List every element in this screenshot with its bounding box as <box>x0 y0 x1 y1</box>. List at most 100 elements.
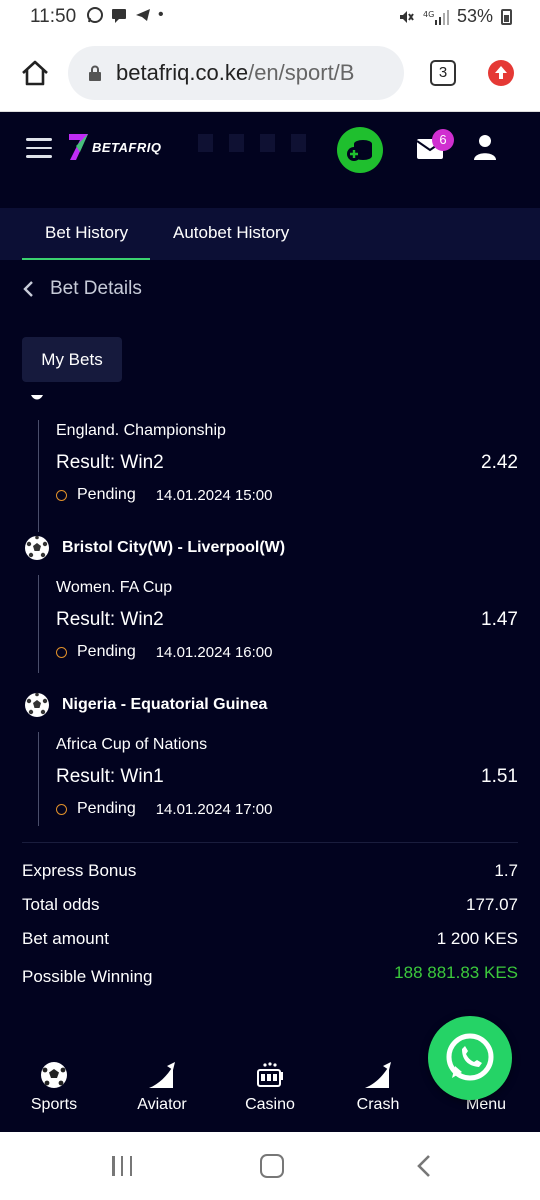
notification-icons: • <box>86 6 164 24</box>
whatsapp-icon <box>87 7 103 23</box>
pending-dot-icon <box>56 489 67 501</box>
bet-match: Nigeria - Equatorial Guinea <box>62 696 268 713</box>
soccer-ball-icon <box>25 692 49 717</box>
express-bonus-label: Express Bonus <box>22 861 137 880</box>
possible-winning-label: Possible Winning <box>22 967 153 986</box>
battery-icon <box>501 8 512 25</box>
user-icon[interactable] <box>472 134 498 160</box>
svg-text:4G: 4G <box>423 10 434 19</box>
active-tab-indicator <box>22 258 150 260</box>
recent-apps-icon[interactable] <box>112 1156 132 1176</box>
message-icon <box>112 9 126 23</box>
bet-status-line: Pending 14.01.2024 15:00 <box>56 486 273 504</box>
aviator-chart-icon <box>149 1062 175 1088</box>
chevron-left-icon <box>23 281 33 297</box>
system-navigation-bar <box>0 1132 540 1200</box>
nav-crash-label: Crash <box>356 1096 400 1113</box>
bet-league: England. Championship <box>56 422 226 439</box>
bet-connector-line <box>38 575 39 673</box>
bet-result: Result: Win2 <box>56 452 164 473</box>
bet-date: 14.01.2024 17:00 <box>155 800 273 818</box>
bet-match: Bristol City(W) - Liverpool(W) <box>62 539 286 556</box>
nav-aviator[interactable]: Aviator <box>117 1060 207 1114</box>
bet-odd: 1.51 <box>481 766 518 787</box>
system-indicators: 4G 53% <box>397 6 512 27</box>
hamburger-menu-icon[interactable] <box>26 138 52 158</box>
bet-header: Nigeria - Equatorial Guinea <box>24 692 267 718</box>
system-home-icon[interactable] <box>260 1154 284 1178</box>
express-bonus-row: Express Bonus 1.7 <box>22 861 518 881</box>
browser-toolbar: betafriq.co.ke/en/sport/B 3 <box>0 34 540 112</box>
bet-connector-line <box>38 420 39 532</box>
crash-chart-icon <box>365 1062 391 1088</box>
tab-switcher-button[interactable]: 3 <box>430 60 456 86</box>
bet-odd: 2.42 <box>481 452 518 473</box>
mute-icon <box>399 10 414 23</box>
pending-dot-icon <box>56 803 67 815</box>
system-back-icon[interactable] <box>414 1154 434 1178</box>
bet-league: Africa Cup of Nations <box>56 736 208 753</box>
bet-league: Women. FA Cup <box>56 579 173 596</box>
slot-machine-icon <box>257 1062 283 1087</box>
bet-result: Result: Win2 <box>56 609 164 630</box>
bet-amount-value: 1 200 KES <box>436 929 518 948</box>
total-odds-label: Total odds <box>22 895 100 914</box>
status-bar: 11:50 • 4G 53% <box>0 0 540 34</box>
summary-divider <box>22 842 518 843</box>
bet-status: Pending <box>77 643 136 660</box>
bet-details-title: Bet Details <box>50 278 142 299</box>
history-tabs: Bet History Autobet History <box>0 208 540 260</box>
bet-status: Pending <box>77 800 136 817</box>
possible-winning-value: 188 881.83 KES <box>394 963 518 982</box>
bet-status-line: Pending 14.01.2024 17:00 <box>56 800 273 818</box>
nav-sports[interactable]: Sports <box>9 1060 99 1114</box>
bet-result: Result: Win1 <box>56 766 164 787</box>
update-icon[interactable] <box>488 60 514 86</box>
tab-bet-history[interactable]: Bet History <box>45 223 128 243</box>
bet-amount-row: Bet amount 1 200 KES <box>22 929 518 949</box>
bet-odd: 1.47 <box>481 609 518 630</box>
telegram-icon <box>136 9 150 21</box>
bet-status-line: Pending 14.01.2024 16:00 <box>56 643 273 661</box>
possible-winning-row: Possible Winning 188 881.83 KES <box>22 963 518 987</box>
nav-sports-label: Sports <box>30 1096 78 1113</box>
nav-casino[interactable]: Casino <box>225 1060 315 1114</box>
bet-date: 14.01.2024 16:00 <box>155 643 273 661</box>
app-header: BETAFRIQ 6 <box>0 112 540 208</box>
url-path: /en/sport/B <box>248 60 355 85</box>
battery-percent: 53% <box>456 6 493 26</box>
soccer-ball-icon <box>41 1062 67 1088</box>
express-bonus-value: 1.7 <box>494 861 518 880</box>
bet-header: Bristol City(W) - Liverpool(W) <box>24 535 285 561</box>
deposit-button[interactable] <box>337 127 383 173</box>
address-bar[interactable]: betafriq.co.ke/en/sport/B <box>68 46 404 100</box>
mail-badge: 6 <box>432 129 454 151</box>
logo-mark-icon <box>69 134 88 160</box>
bet-connector-line <box>38 732 39 826</box>
back-button[interactable]: Bet Details <box>22 276 142 302</box>
signal-icon: 4G <box>423 9 449 25</box>
bet-status: Pending <box>77 486 136 503</box>
soccer-ball-icon <box>31 395 43 400</box>
url-text: betafriq.co.ke/en/sport/B <box>116 60 396 86</box>
whatsapp-icon <box>446 1033 494 1081</box>
betafriq-logo[interactable]: BETAFRIQ <box>68 132 161 162</box>
logo-text: BETAFRIQ <box>92 139 162 155</box>
soccer-ball-icon <box>25 535 49 560</box>
url-domain: betafriq.co.ke <box>116 60 249 85</box>
nav-casino-label: Casino <box>245 1096 295 1113</box>
total-odds-row: Total odds 177.07 <box>22 895 518 915</box>
tab-autobet-history[interactable]: Autobet History <box>173 223 289 243</box>
nav-aviator-label: Aviator <box>137 1096 187 1113</box>
deposit-coins-icon <box>347 140 372 161</box>
redacted-balance <box>198 134 306 154</box>
dot-icon: • <box>158 6 164 23</box>
bet-date: 14.01.2024 15:00 <box>155 486 273 504</box>
lock-icon <box>89 65 101 81</box>
nav-crash[interactable]: Crash <box>333 1060 423 1114</box>
total-odds-value: 177.07 <box>466 895 518 914</box>
my-bets-button[interactable]: My Bets <box>22 337 122 382</box>
home-icon[interactable] <box>20 58 50 88</box>
whatsapp-chat-button[interactable] <box>428 1016 512 1100</box>
status-time: 11:50 <box>30 6 77 27</box>
